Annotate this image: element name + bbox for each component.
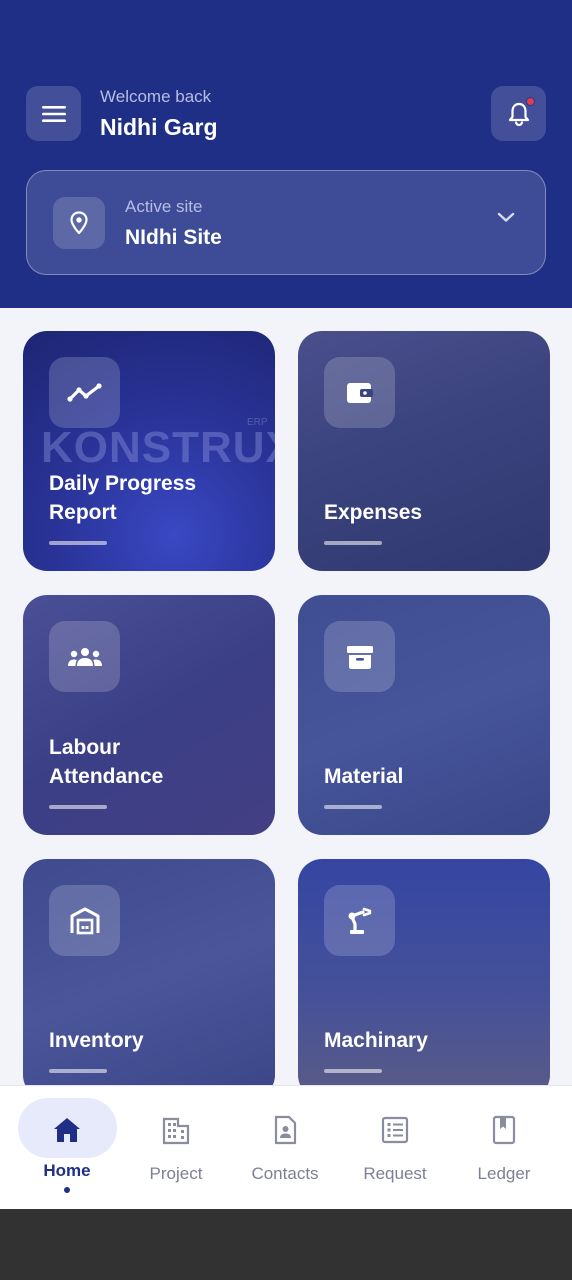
nav-item-home[interactable]: Home <box>12 1086 122 1210</box>
tile-title-line1: Daily Progress <box>49 472 197 495</box>
nav-item-project[interactable]: Project <box>121 1086 231 1210</box>
book-icon <box>492 1115 516 1145</box>
tile-expenses[interactable]: Expenses <box>298 331 550 571</box>
nav-item-request[interactable]: Request <box>340 1086 450 1210</box>
tile-icon-box <box>324 885 395 956</box>
list-icon <box>381 1116 409 1144</box>
tile-title: Labour Attendance <box>49 733 163 791</box>
notification-dot <box>526 97 535 106</box>
tile-title: Material <box>324 762 403 791</box>
watermark-erp: ERP <box>247 417 268 428</box>
tile-underline <box>49 1069 107 1073</box>
tile-material[interactable]: Material <box>298 595 550 835</box>
tile-title-line1: Expenses <box>324 501 423 524</box>
tile-title-line2: Attendance <box>49 765 164 788</box>
tile-title: Expenses <box>324 498 422 527</box>
menu-icon <box>41 105 66 122</box>
tile-icon-box <box>49 621 120 692</box>
tile-icon-box <box>324 621 395 692</box>
tile-daily-progress-report[interactable]: KONSTRUX ERP Daily Progress Report <box>23 331 275 571</box>
nav-item-contacts[interactable]: Contacts <box>230 1086 340 1210</box>
site-name: NIdhi Site <box>125 226 222 249</box>
site-icon-box <box>53 197 105 249</box>
system-navigation-bar <box>0 1209 572 1280</box>
tile-title-line1: Machinary <box>324 1029 428 1052</box>
warehouse-icon <box>70 907 99 934</box>
notifications-button[interactable] <box>491 86 546 141</box>
tile-underline <box>324 1069 382 1073</box>
nav-label-home: Home <box>43 1161 91 1180</box>
nav-active-dot <box>64 1187 70 1193</box>
tile-underline <box>324 805 382 809</box>
chevron-down-icon[interactable] <box>497 211 515 223</box>
contact-card-icon <box>274 1115 297 1145</box>
bottom-navigation: Home Project Contacts Request Ledger <box>0 1085 572 1209</box>
tile-underline <box>49 541 107 545</box>
welcome-text: Welcome back <box>100 87 212 106</box>
nav-item-ledger[interactable]: Ledger <box>449 1086 559 1210</box>
tile-icon-box <box>49 357 120 428</box>
robot-arm-icon <box>348 907 371 934</box>
tile-inventory[interactable]: Inventory <box>23 859 275 1099</box>
tile-title-line1: Material <box>324 765 404 788</box>
menu-button[interactable] <box>26 86 81 141</box>
tile-title: Inventory <box>49 1026 144 1055</box>
wallet-icon <box>346 382 373 403</box>
user-name: Nidhi Garg <box>100 114 218 140</box>
home-icon <box>54 1118 80 1142</box>
tile-underline <box>49 805 107 809</box>
bell-icon <box>508 102 529 126</box>
tile-title-line2: Report <box>49 501 117 524</box>
nav-label-request: Request <box>363 1164 427 1183</box>
nav-label-contacts: Contacts <box>251 1164 319 1183</box>
tile-icon-box <box>324 357 395 428</box>
trend-line-icon <box>66 382 102 402</box>
tile-underline <box>324 541 382 545</box>
tile-title-line1: Inventory <box>49 1029 144 1052</box>
tile-title: Machinary <box>324 1026 428 1055</box>
group-icon <box>67 647 102 666</box>
site-label: Active site <box>125 197 203 216</box>
active-site-selector[interactable]: Active site NIdhi Site <box>26 170 546 275</box>
location-pin-icon <box>70 211 88 235</box>
nav-label-project: Project <box>149 1164 203 1183</box>
app-header: Welcome back Nidhi Garg Active site NIdh… <box>0 0 572 308</box>
tile-machinary[interactable]: Machinary <box>298 859 550 1099</box>
archive-box-icon <box>346 645 373 669</box>
tile-icon-box <box>49 885 120 956</box>
tile-title-line1: Labour <box>49 736 121 759</box>
tile-labour-attendance[interactable]: Labour Attendance <box>23 595 275 835</box>
building-icon <box>162 1117 190 1145</box>
nav-label-ledger: Ledger <box>477 1164 531 1183</box>
konstrux-watermark: KONSTRUX <box>41 423 275 472</box>
tile-title: Daily Progress Report <box>49 469 196 527</box>
